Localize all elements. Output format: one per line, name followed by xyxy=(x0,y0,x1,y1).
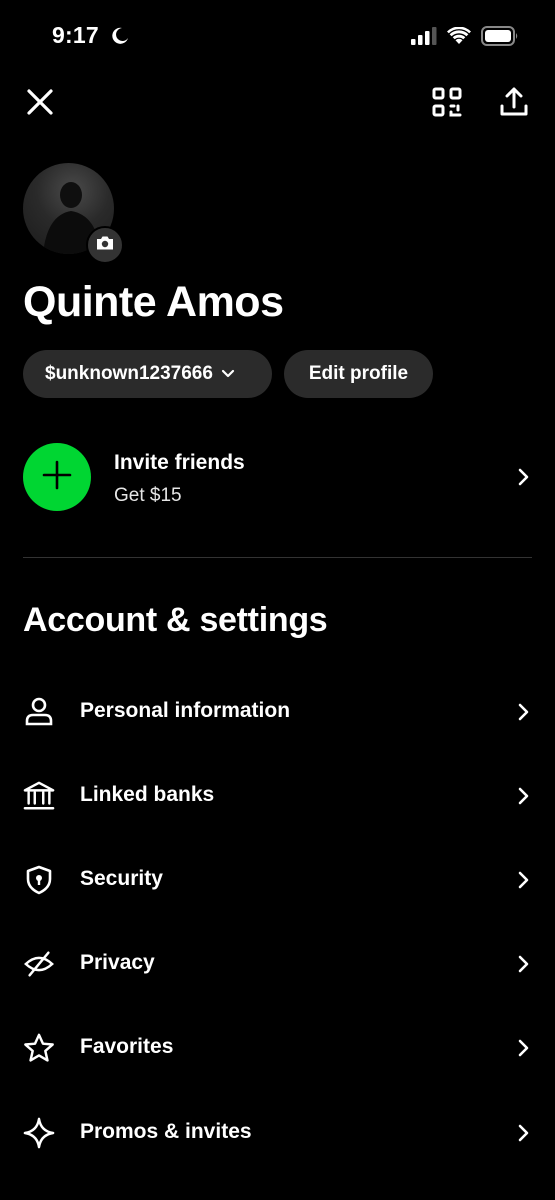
edit-profile-button[interactable]: Edit profile xyxy=(284,350,433,398)
edit-profile-label: Edit profile xyxy=(308,363,409,384)
status-icons xyxy=(411,26,519,51)
status-time: 9:17 xyxy=(52,22,99,48)
chevron-right-icon xyxy=(517,467,531,487)
settings-item-label: Personal information xyxy=(80,699,291,722)
settings-item-label: Privacy xyxy=(80,951,155,974)
status-bar: 9:17 xyxy=(0,0,555,74)
divider xyxy=(23,557,532,558)
settings-item-label: Promos & invites xyxy=(80,1120,252,1143)
invite-badge xyxy=(23,443,91,511)
camera-icon xyxy=(95,235,115,256)
person-icon xyxy=(23,696,55,728)
settings-item-linked-banks[interactable]: Linked banks xyxy=(0,766,555,826)
settings-item-privacy[interactable]: Privacy xyxy=(0,934,555,994)
close-icon xyxy=(26,88,54,121)
profile-name: Quinte Amos xyxy=(23,278,284,326)
qr-code-icon xyxy=(431,86,463,123)
bank-icon xyxy=(23,780,55,812)
share-button[interactable] xyxy=(494,84,534,124)
cashtag-dropdown[interactable]: $unknown1237666 xyxy=(23,350,272,398)
eye-slash-icon xyxy=(23,948,55,980)
settings-item-label: Favorites xyxy=(80,1035,174,1058)
star-icon xyxy=(23,1032,55,1064)
settings-item-label: Security xyxy=(80,867,163,890)
settings-item-security[interactable]: Security xyxy=(0,850,555,910)
invite-friends-row[interactable]: Invite friends Get $15 xyxy=(0,440,555,514)
cellular-signal-icon xyxy=(411,27,437,50)
settings-item-personal-information[interactable]: Personal information xyxy=(0,682,555,742)
moon-icon xyxy=(111,27,129,45)
invite-title: Invite friends xyxy=(114,451,245,474)
plus-icon xyxy=(42,460,72,495)
wifi-icon xyxy=(447,26,471,50)
shield-icon xyxy=(23,864,55,896)
cashtag-label: $unknown1237666 xyxy=(45,363,213,384)
invite-subtitle: Get $15 xyxy=(114,485,182,506)
share-icon xyxy=(498,86,530,123)
chevron-right-icon xyxy=(517,1038,531,1058)
chevron-right-icon xyxy=(517,1123,531,1143)
settings-item-promos-invites[interactable]: Promos & invites xyxy=(0,1103,555,1163)
chevron-right-icon xyxy=(517,702,531,722)
battery-icon xyxy=(481,26,519,51)
change-photo-button[interactable] xyxy=(86,226,124,264)
chevron-right-icon xyxy=(517,954,531,974)
chevron-down-icon xyxy=(221,369,235,379)
qr-code-button[interactable] xyxy=(427,84,467,124)
section-title: Account & settings xyxy=(23,601,328,639)
settings-item-label: Linked banks xyxy=(80,783,215,806)
settings-item-favorites[interactable]: Favorites xyxy=(0,1018,555,1078)
chevron-right-icon xyxy=(517,870,531,890)
chevron-right-icon xyxy=(517,786,531,806)
close-button[interactable] xyxy=(20,84,60,124)
sparkle-icon xyxy=(23,1117,55,1149)
